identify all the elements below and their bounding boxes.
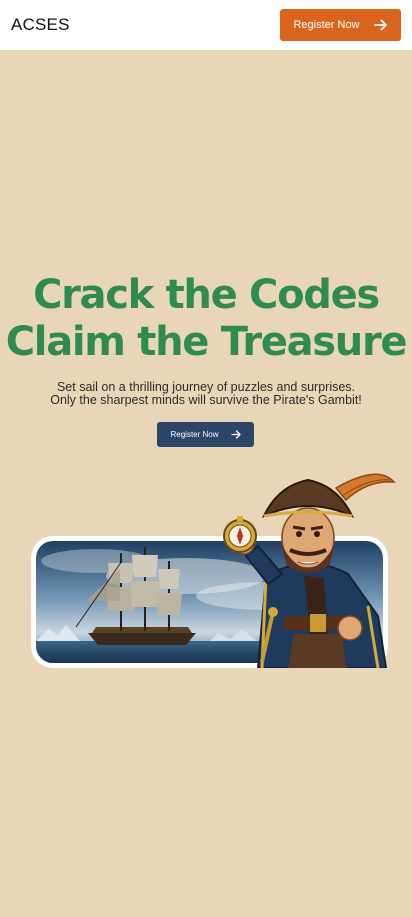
nav-register-label: Register Now (293, 19, 360, 31)
hero-subtitle: Set sail on a thrilling journey of puzzl… (0, 381, 412, 407)
hero-subtitle-line2: Only the sharpest minds will survive the… (50, 393, 362, 407)
hero-title-line2: Claim the Treasure (5, 319, 408, 365)
hero-title: Crack the Codes Claim the Treasure (0, 272, 412, 366)
pirate-with-compass-illustration (218, 466, 396, 669)
top-navbar: ACSES Register Now (0, 0, 412, 50)
arrow-right-icon (373, 19, 387, 31)
hero-register-label: Register Now (170, 430, 219, 439)
hero-title-line1: Crack the Codes (33, 272, 380, 318)
nav-register-button[interactable]: Register Now (280, 9, 401, 41)
arrow-right-icon (230, 430, 241, 439)
site-logo[interactable]: ACSES (11, 15, 70, 35)
hero-register-button[interactable]: Register Now (157, 422, 254, 447)
